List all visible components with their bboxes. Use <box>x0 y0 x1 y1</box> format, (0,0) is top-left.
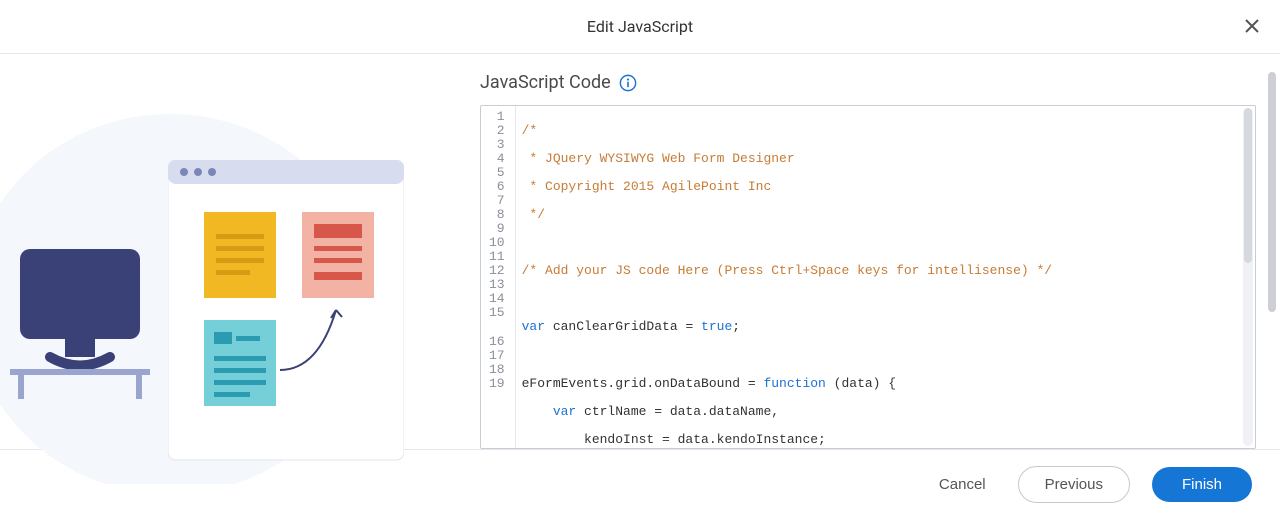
info-icon[interactable] <box>619 74 637 92</box>
line-gutter: 123456789101112131415 16171819 <box>481 106 516 448</box>
monitor-icon <box>10 239 170 399</box>
previous-button[interactable]: Previous <box>1018 466 1130 503</box>
section-label: JavaScript Code <box>480 72 611 93</box>
finish-button[interactable]: Finish <box>1152 467 1252 502</box>
dialog-header: Edit JavaScript <box>0 0 1280 54</box>
editor-panel: JavaScript Code 123456789101112131415 16… <box>480 54 1280 449</box>
code-area[interactable]: /* * JQuery WYSIWYG Web Form Designer * … <box>516 106 1255 448</box>
illustration-panel <box>0 54 480 449</box>
section-header: JavaScript Code <box>480 72 1256 93</box>
editor-scrollbar-thumb[interactable] <box>1244 108 1252 263</box>
code-editor[interactable]: 123456789101112131415 16171819 /* * JQue… <box>480 105 1256 449</box>
browser-window-icon <box>168 160 404 470</box>
close-button[interactable] <box>1238 12 1266 40</box>
panel-scrollbar[interactable] <box>1268 72 1276 312</box>
cancel-button[interactable]: Cancel <box>929 468 996 501</box>
editor-scrollbar[interactable] <box>1243 108 1253 446</box>
dialog-title: Edit JavaScript <box>587 17 693 36</box>
dialog-body: JavaScript Code 123456789101112131415 16… <box>0 54 1280 449</box>
close-icon <box>1244 18 1260 34</box>
